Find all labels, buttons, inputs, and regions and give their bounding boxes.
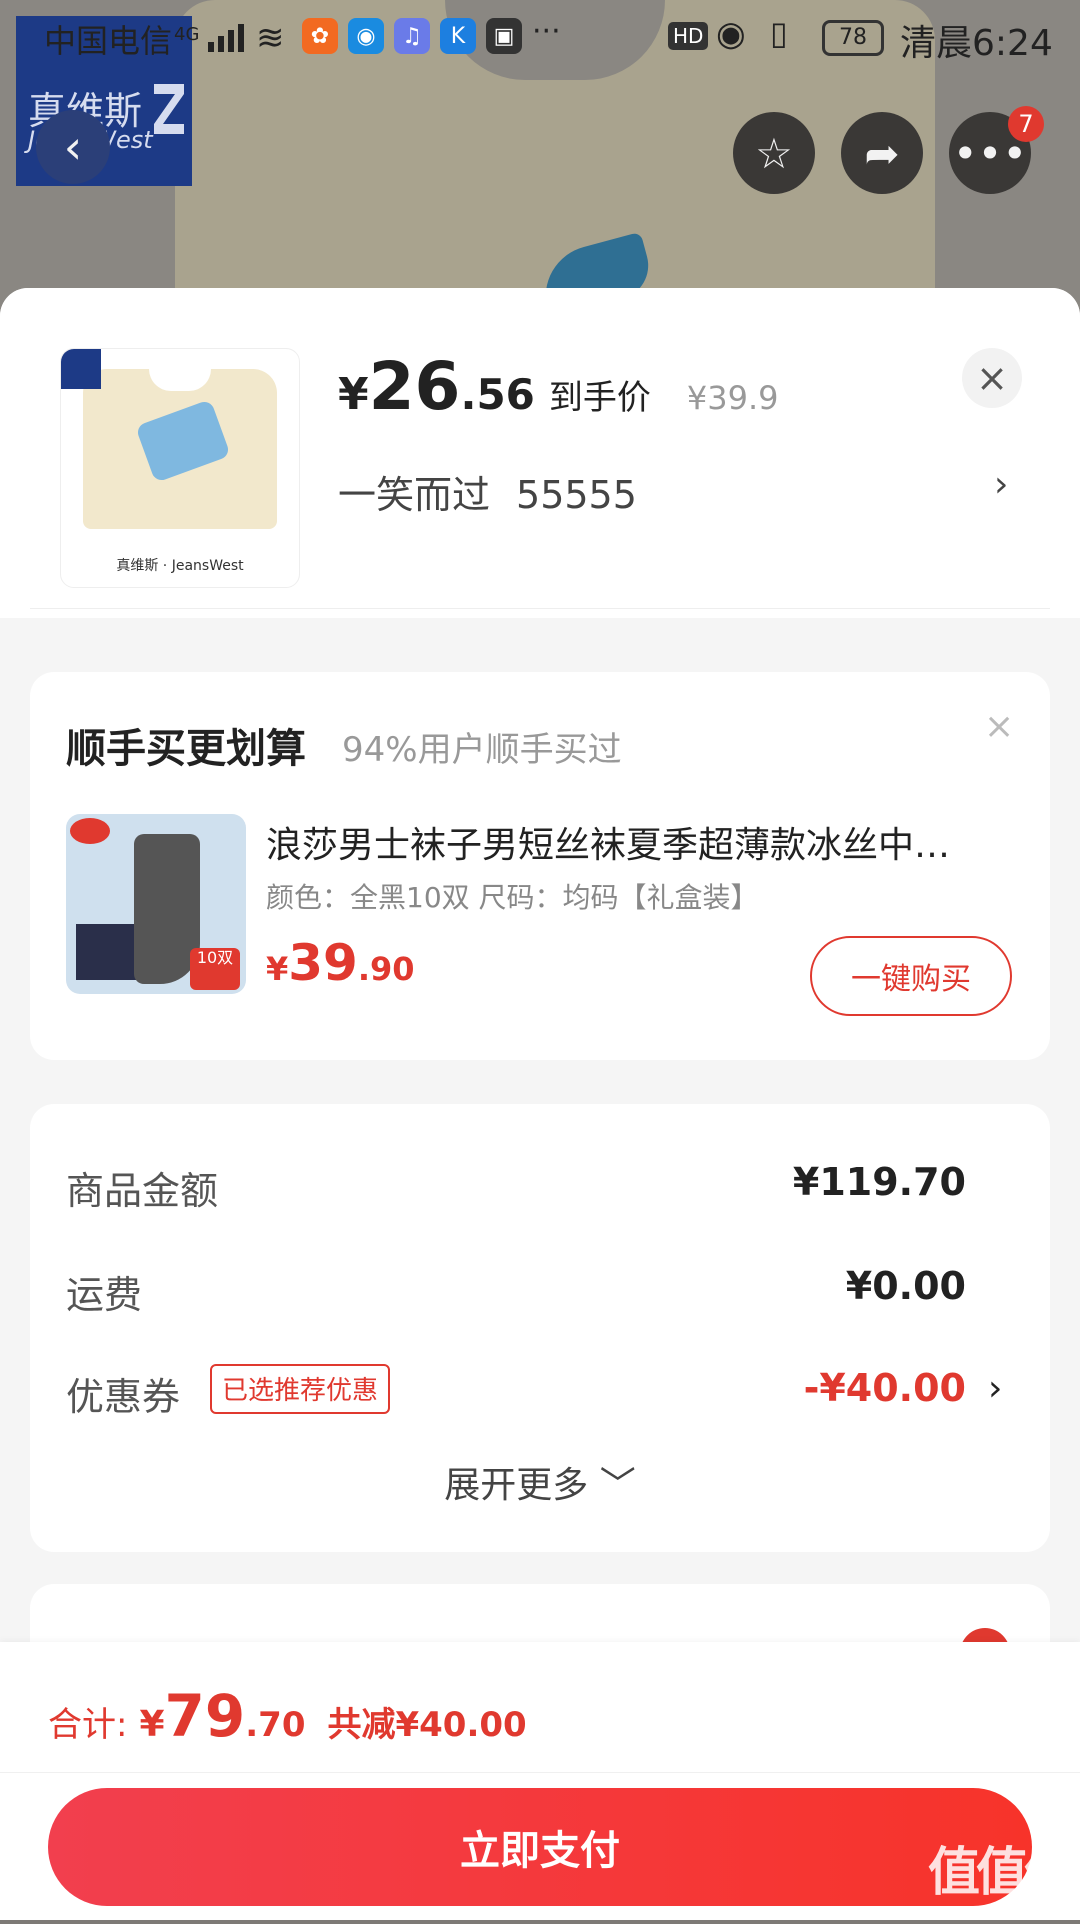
- notification-icons: ✿ ◉ ♫ K ▣: [302, 18, 522, 54]
- total-saved: 共减¥40.00: [327, 1705, 527, 1745]
- status-bar: 中国电信 4G ≋ ✿ ◉ ♫ K ▣ ··· HD ◉ ▯ 78 清晨6:24: [0, 0, 1080, 74]
- browser-notification-icon: ◉: [348, 18, 384, 54]
- product-price: ¥ 26 .56 到手价 ¥39.9: [338, 348, 779, 425]
- kugou-notification-icon: K: [440, 18, 476, 54]
- one-click-buy-button[interactable]: 一键购买: [810, 936, 1012, 1016]
- goods-amount-label: 商品金额: [66, 1169, 219, 1213]
- recommended-item-thumbnail[interactable]: 10双: [66, 814, 246, 994]
- clock: 清晨6:24: [900, 23, 1053, 64]
- chevron-left-icon: ‹: [63, 120, 83, 174]
- brand-logo-mark: [154, 84, 184, 134]
- total-decimal: .70: [245, 1705, 306, 1745]
- eye-comfort-icon: ◉: [716, 14, 746, 54]
- expand-more-button[interactable]: 展开更多 ﹀: [30, 1456, 1050, 1508]
- divider: [0, 1772, 1080, 1773]
- more-notifications-icon: ···: [532, 14, 561, 49]
- brand-badge: [70, 818, 110, 844]
- total-line: 合计: ¥ 79 .70 共减¥40.00: [48, 1682, 527, 1750]
- thumb-caption: 真维斯 · JeansWest: [116, 558, 244, 574]
- recommendation-subtitle: 94%用户顺手买过: [342, 730, 622, 770]
- variant-size: 55555: [516, 473, 637, 517]
- huawei-notification-icon: ▣: [486, 18, 522, 54]
- price-symbol: ¥: [139, 1704, 165, 1745]
- app-notification-icon: ✿: [302, 18, 338, 54]
- pack-count-badge: 10双: [190, 948, 240, 990]
- price-integer: 26: [368, 348, 461, 425]
- battery-indicator: 78: [822, 20, 884, 56]
- watermark-logo: 值值值: [928, 1843, 1076, 1903]
- close-icon: ×: [976, 356, 1008, 400]
- shipping-label: 运费: [66, 1273, 143, 1317]
- close-icon[interactable]: ×: [984, 706, 1014, 747]
- share-button[interactable]: ➦: [841, 112, 923, 194]
- recommendation-title: 顺手买更划算: [66, 726, 306, 772]
- network-type: 4G: [174, 24, 200, 46]
- price-decimal: .90: [357, 950, 415, 988]
- music-notification-icon: ♫: [394, 18, 430, 54]
- chevron-right-icon[interactable]: ›: [994, 464, 1008, 505]
- variant-selector[interactable]: 一笑而过 55555: [338, 464, 637, 519]
- watermark: 值值值 zhizhizhi.com: [928, 1830, 1076, 1924]
- share-icon: ➦: [864, 128, 900, 178]
- thumb-brand-logo: [61, 349, 101, 389]
- carrier-label: 中国电信 4G: [44, 22, 200, 60]
- coupon-label: 优惠券: [66, 1375, 181, 1419]
- price-decimal: .56: [460, 370, 535, 419]
- goods-amount-value: ¥119.70: [792, 1160, 966, 1204]
- more-badge: 7: [1008, 106, 1044, 142]
- total-integer: 79: [164, 1682, 246, 1750]
- chevron-right-icon[interactable]: ›: [988, 1368, 1002, 1409]
- recommended-item-name[interactable]: 浪莎男士袜子男短丝袜夏季超薄款冰丝中…: [266, 816, 1012, 868]
- checkout-sheet: 真维斯 · JeansWest ¥ 26 .56 到手价 ¥39.9 × 一笑而…: [0, 288, 1080, 1920]
- coupon-value[interactable]: -¥40.00: [804, 1366, 966, 1410]
- recommendation-card: 顺手买更划算 94%用户顺手买过 × 10双 浪莎男士袜子男短丝袜夏季超薄款冰丝…: [30, 672, 1050, 1060]
- price-symbol: ¥: [266, 950, 289, 988]
- signal-icon: [208, 22, 244, 52]
- recommended-item-price: ¥ 39 .90: [266, 934, 415, 992]
- pay-now-button[interactable]: 立即支付: [48, 1788, 1032, 1906]
- price-integer: 39: [288, 934, 358, 992]
- shipping-value: ¥0.00: [845, 1264, 966, 1308]
- divider: [30, 608, 1050, 619]
- product-thumbnail[interactable]: 真维斯 · JeansWest: [60, 348, 300, 588]
- original-price: ¥39.9: [686, 379, 779, 417]
- vibrate-icon: ▯: [770, 14, 788, 52]
- recommended-item-spec: 颜色：全黑10双 尺码：均码【礼盒装】: [266, 881, 759, 914]
- wifi-icon: ≋: [256, 18, 285, 58]
- order-summary-card: 商品金额 ¥119.70 运费 ¥0.00 优惠券 已选推荐优惠 -¥40.00…: [30, 1104, 1050, 1552]
- star-icon: ☆: [755, 128, 793, 178]
- checkout-bar: 合计: ¥ 79 .70 共减¥40.00 立即支付: [0, 1642, 1080, 1920]
- total-label: 合计:: [48, 1705, 128, 1745]
- variant-name: 一笑而过: [338, 473, 491, 517]
- product-header: 真维斯 · JeansWest ¥ 26 .56 到手价 ¥39.9 × 一笑而…: [0, 288, 1080, 618]
- close-button[interactable]: ×: [962, 348, 1022, 408]
- price-tag: 到手价: [548, 378, 651, 418]
- watermark-url: zhizhizhi.com: [945, 1905, 1055, 1924]
- back-button[interactable]: ‹: [36, 110, 110, 184]
- favorite-button[interactable]: ☆: [733, 112, 815, 194]
- coupon-tag: 已选推荐优惠: [210, 1364, 391, 1414]
- hd-indicator: HD: [668, 22, 709, 50]
- price-symbol: ¥: [338, 369, 369, 420]
